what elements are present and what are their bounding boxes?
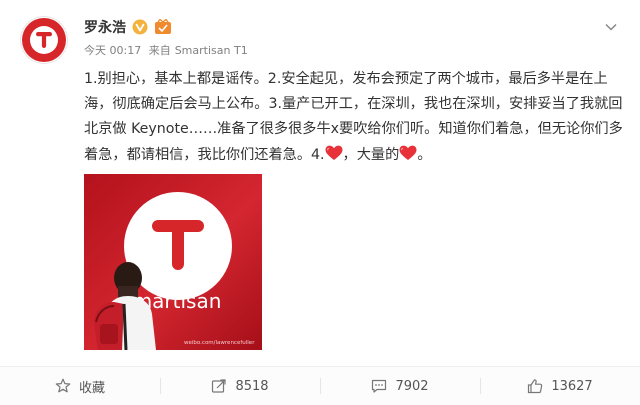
comment-button[interactable]: 7902 — [320, 367, 480, 405]
author-row: 罗永浩 — [84, 17, 172, 37]
photo-watermark: weibo.com/lawrencefuller — [184, 340, 255, 346]
chevron-down-icon[interactable] — [604, 20, 618, 34]
post-time[interactable]: 今天 00:17 — [84, 44, 141, 57]
post-text-mid: ，大量的 — [342, 146, 400, 163]
source-prefix: 来自 — [148, 44, 171, 57]
author-name[interactable]: 罗永浩 — [84, 17, 126, 37]
star-icon — [55, 378, 71, 393]
like-count: 13627 — [551, 378, 593, 394]
heart-icon — [325, 145, 343, 160]
avatar[interactable] — [20, 16, 68, 64]
action-bar: 收藏 8518 7902 13627 — [0, 366, 640, 405]
favorite-label: 收藏 — [78, 380, 105, 396]
post-text-end: 。 — [417, 146, 432, 163]
favorite-button[interactable]: 收藏 — [0, 367, 160, 405]
comment-icon — [372, 379, 387, 393]
repost-button[interactable]: 8518 — [160, 367, 320, 405]
thumbs-up-icon — [528, 379, 543, 394]
heart-icon — [399, 145, 417, 160]
post-text: 1.别担心，基本上都是谣传。2.安全起见，发布会预定了两个城市，最后多半是在上海… — [84, 67, 624, 168]
post-photo[interactable]: Smartisan weibo.com/lawrencefuller — [84, 174, 262, 350]
level-badge-icon — [155, 19, 171, 34]
like-button[interactable]: 13627 — [480, 367, 640, 405]
verified-v-icon — [132, 19, 148, 35]
post-meta: 今天 00:17 来自 Smartisan T1 — [84, 42, 252, 58]
comment-count: 7902 — [395, 378, 429, 394]
weibo-post-card: 罗永浩 今天 00:17 来自 Smartisan T1 1.别担心，基本上都是谣… — [0, 0, 640, 405]
t-logo-icon — [22, 18, 66, 62]
repost-icon — [212, 379, 227, 393]
post-source[interactable]: Smartisan T1 — [175, 44, 248, 57]
repost-count: 8518 — [235, 378, 269, 394]
